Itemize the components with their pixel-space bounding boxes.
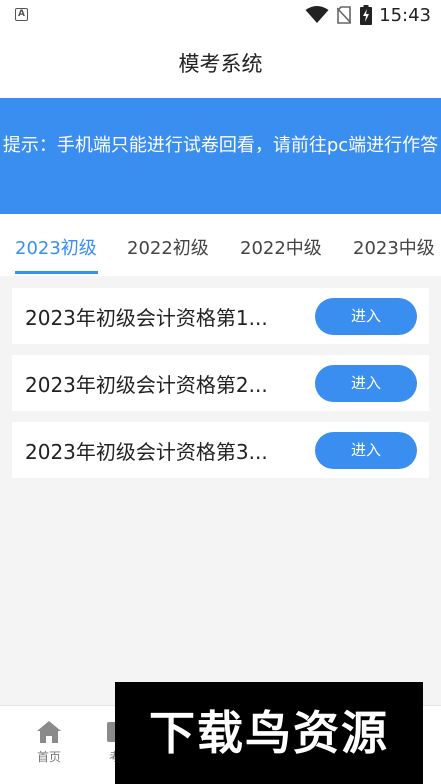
nav-label-home: 首页	[36, 750, 61, 764]
active-tab-indicator	[15, 271, 98, 274]
battery-charging-icon	[360, 5, 372, 25]
exam-list-item[interactable]: 2023年初级会计资格第1... 进入	[12, 288, 429, 344]
page-title: 模考系统	[178, 52, 263, 76]
exam-list-item[interactable]: 2023年初级会计资格第3... 进入	[12, 422, 429, 478]
tab-2022-junior[interactable]: 2022初级	[127, 234, 209, 260]
enter-button[interactable]: 进入	[315, 298, 417, 335]
notice-text: 提示：手机端只能进行试卷回看，请前往pc端进行作答	[2, 135, 439, 156]
category-tabs: 2023初级 2022初级 2022中级 2023中级	[0, 214, 441, 276]
status-bar: A 15:43	[0, 0, 441, 32]
watermark-overlay: 下载鸟资源	[115, 682, 423, 784]
exam-title: 2023年初级会计资格第1...	[25, 306, 268, 330]
watermark-text: 下载鸟资源	[149, 706, 389, 760]
wifi-icon	[305, 6, 329, 23]
exam-title: 2023年初级会计资格第3...	[25, 440, 268, 464]
enter-button[interactable]: 进入	[315, 365, 417, 402]
exam-list-item[interactable]: 2023年初级会计资格第2... 进入	[12, 355, 429, 411]
enter-button[interactable]: 进入	[315, 432, 417, 469]
home-icon	[37, 721, 61, 743]
tab-2023-junior[interactable]: 2023初级	[15, 234, 97, 260]
app-bar: 模考系统	[0, 32, 441, 98]
no-sim-icon	[337, 6, 351, 24]
notice-banner: 提示：手机端只能进行试卷回看，请前往pc端进行作答	[0, 98, 441, 214]
nav-item-home[interactable]: 首页	[14, 714, 84, 765]
clock-time: 15:43	[379, 5, 431, 26]
app-notification-icon: A	[15, 8, 28, 21]
tab-2022-intermediate[interactable]: 2022中级	[240, 234, 322, 260]
exam-title: 2023年初级会计资格第2...	[25, 373, 268, 397]
tab-2023-intermediate[interactable]: 2023中级	[353, 234, 435, 260]
